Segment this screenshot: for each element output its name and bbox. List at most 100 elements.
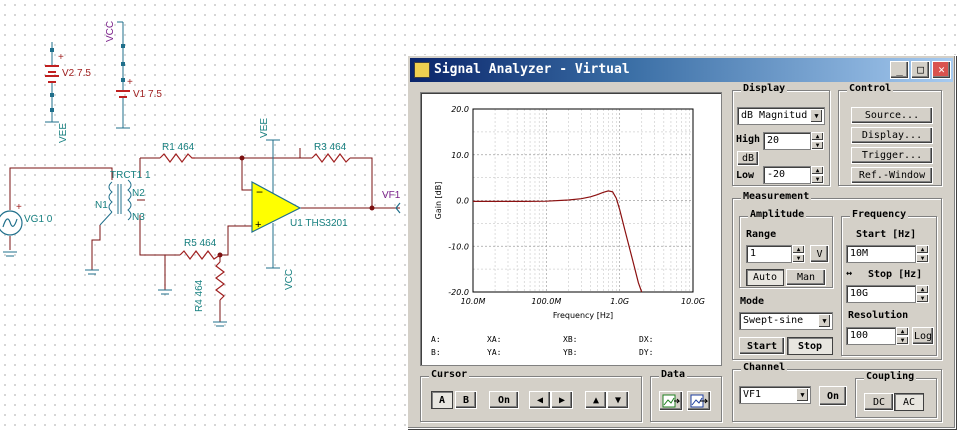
cursor-readout-dy: DY: xyxy=(639,348,654,357)
svg-text:+: + xyxy=(255,219,261,231)
channel-select[interactable]: VF1 ▼ xyxy=(739,386,811,404)
display-mode-select[interactable]: dB Magnitud ▼ xyxy=(737,107,825,125)
cursor-readout-dx: DX: xyxy=(639,335,654,344)
log-button[interactable]: Log xyxy=(912,327,934,345)
range-input[interactable]: 1 xyxy=(746,245,792,263)
cursor-readout-yb: YB: xyxy=(563,348,578,357)
chevron-down-icon[interactable]: ▼ xyxy=(796,388,809,402)
svg-text:−: − xyxy=(256,185,263,199)
signal-source-vg1[interactable] xyxy=(0,210,23,236)
resistor-r3[interactable] xyxy=(311,153,351,163)
chevron-down-icon[interactable]: ▼ xyxy=(810,109,823,123)
resolution-input[interactable]: 100 xyxy=(846,327,896,345)
range-unit-button[interactable]: V xyxy=(810,245,829,263)
app-icon xyxy=(414,62,430,78)
x-tick-label: 1.0G xyxy=(610,297,629,306)
resistor-r4[interactable] xyxy=(215,261,225,301)
cursor-up-icon[interactable]: ▲ xyxy=(585,391,607,409)
channel-legend: Channel xyxy=(741,362,788,373)
channel-panel: Channel VF1 ▼ On Coupling DC AC xyxy=(732,362,942,422)
start-freq-input[interactable]: 10M xyxy=(846,245,916,263)
r4-label: R4 464 xyxy=(194,279,205,312)
opamp-u1[interactable]: − + xyxy=(251,139,302,269)
source-label: VG1 0 xyxy=(24,214,53,225)
y-tick-label: 0.0 xyxy=(456,197,469,206)
high-spinner[interactable]: ▲ ▼ xyxy=(811,132,824,150)
resolution-spinner[interactable]: ▲ ▼ xyxy=(896,327,909,345)
plot-area[interactable]: 20.0 10.0 0.0 -10.0 -20.0 10.0M 100.0M 1.0G 10.0… xyxy=(420,92,722,366)
wires xyxy=(9,148,400,322)
plus-sign: + xyxy=(16,202,22,213)
display-settings-button[interactable]: Display... xyxy=(851,127,933,144)
source-button[interactable]: Source... xyxy=(851,107,933,124)
resistor-r5[interactable] xyxy=(179,250,221,260)
chevron-down-icon[interactable]: ▼ xyxy=(818,314,831,328)
measurement-legend: Measurement xyxy=(741,191,812,202)
coupling-group: Coupling DC AC xyxy=(855,371,937,418)
opamp-label: U1 THS3201 xyxy=(290,218,348,229)
cursor-panel: Cursor A B On ◀ ▶ ▲ ▼ xyxy=(420,369,642,422)
frequency-group: Frequency Start [Hz] 10M ▲ ▼ ↔ Stop [Hz] … xyxy=(841,209,937,356)
start-button[interactable]: Start xyxy=(739,337,785,355)
battery-v2[interactable] xyxy=(45,42,59,123)
trigger-button[interactable]: Trigger... xyxy=(851,147,933,164)
auto-button[interactable]: Auto xyxy=(746,269,784,286)
import-data-icon[interactable] xyxy=(659,391,683,411)
ac-button[interactable]: AC xyxy=(894,393,924,411)
title-bar[interactable]: Signal Analyzer - Virtual _ □ ✕ xyxy=(410,58,953,82)
signal-analyzer-window: Signal Analyzer - Virtual _ □ ✕ 20.0 10.0… xyxy=(407,55,956,429)
display-mode-value: dB Magnitud xyxy=(741,110,808,121)
dc-button[interactable]: DC xyxy=(864,393,894,411)
cursor-down-icon[interactable]: ▼ xyxy=(607,391,629,409)
high-label: High xyxy=(736,134,761,145)
y-axis-label: Gain [dB] xyxy=(434,182,443,220)
battery-v1[interactable] xyxy=(116,21,130,129)
low-label: Low xyxy=(736,170,755,181)
maximize-button[interactable]: □ xyxy=(911,61,930,79)
cursor-b-button[interactable]: B xyxy=(455,391,477,409)
x-axis-label: Frequency [Hz] xyxy=(553,311,613,320)
r5-label: R5 464 xyxy=(184,238,217,249)
resolution-label: Resolution xyxy=(848,310,909,321)
measurement-panel: Measurement Amplitude Range 1 ▲ ▼ V Auto … xyxy=(732,191,942,360)
winding-n3-label: N3 xyxy=(132,212,145,223)
node-dot xyxy=(239,155,245,161)
cursor-left-icon[interactable]: ◀ xyxy=(529,391,551,409)
close-button[interactable]: ✕ xyxy=(932,61,951,79)
frequency-legend: Frequency xyxy=(850,209,909,220)
v2-label: V2 7.5 xyxy=(62,68,91,79)
cursor-a-button[interactable]: A xyxy=(431,391,453,409)
range-spinner[interactable]: ▲ ▼ xyxy=(792,245,805,263)
channel-on-button[interactable]: On xyxy=(819,386,847,406)
y-tick-label: 10.0 xyxy=(451,151,469,160)
stop-freq-input[interactable]: 10G xyxy=(846,285,916,303)
cursor-on-button[interactable]: On xyxy=(489,391,519,409)
minimize-button[interactable]: _ xyxy=(890,61,909,79)
transformer-label: TRCT1 1 xyxy=(110,170,151,181)
y-tick-label: -10.0 xyxy=(448,242,469,251)
display-legend: Display xyxy=(741,83,788,94)
cursor-readout-xb: XB: xyxy=(563,335,578,344)
cursor-legend: Cursor xyxy=(429,369,470,380)
low-input[interactable]: -20 xyxy=(763,166,811,184)
db-button[interactable]: dB xyxy=(737,151,759,166)
y-tick-label: 20.0 xyxy=(451,105,469,114)
export-data-icon[interactable] xyxy=(687,391,711,411)
vee-label-top: VEE xyxy=(58,123,69,143)
amplitude-group: Amplitude Range 1 ▲ ▼ V Auto Man xyxy=(739,209,833,288)
man-button[interactable]: Man xyxy=(786,269,826,286)
high-input[interactable]: 20 xyxy=(763,132,811,150)
stop-button[interactable]: Stop xyxy=(787,337,833,355)
resistor-r1[interactable] xyxy=(159,153,195,163)
plus-sign: + xyxy=(58,52,64,63)
cursor-right-icon[interactable]: ▶ xyxy=(551,391,573,409)
low-spinner[interactable]: ▲ ▼ xyxy=(811,166,824,184)
span-arrow-icon[interactable]: ↔ xyxy=(846,268,852,279)
start-freq-spinner[interactable]: ▲ ▼ xyxy=(916,245,929,263)
channel-value: VF1 xyxy=(743,389,762,400)
cursor-readout-b: B: xyxy=(431,348,441,357)
window-title: Signal Analyzer - Virtual xyxy=(434,62,630,77)
mode-select[interactable]: Swept-sine ▼ xyxy=(739,312,833,330)
ref-window-button[interactable]: Ref.-Window xyxy=(851,167,933,184)
stop-freq-spinner[interactable]: ▲ ▼ xyxy=(916,285,929,303)
